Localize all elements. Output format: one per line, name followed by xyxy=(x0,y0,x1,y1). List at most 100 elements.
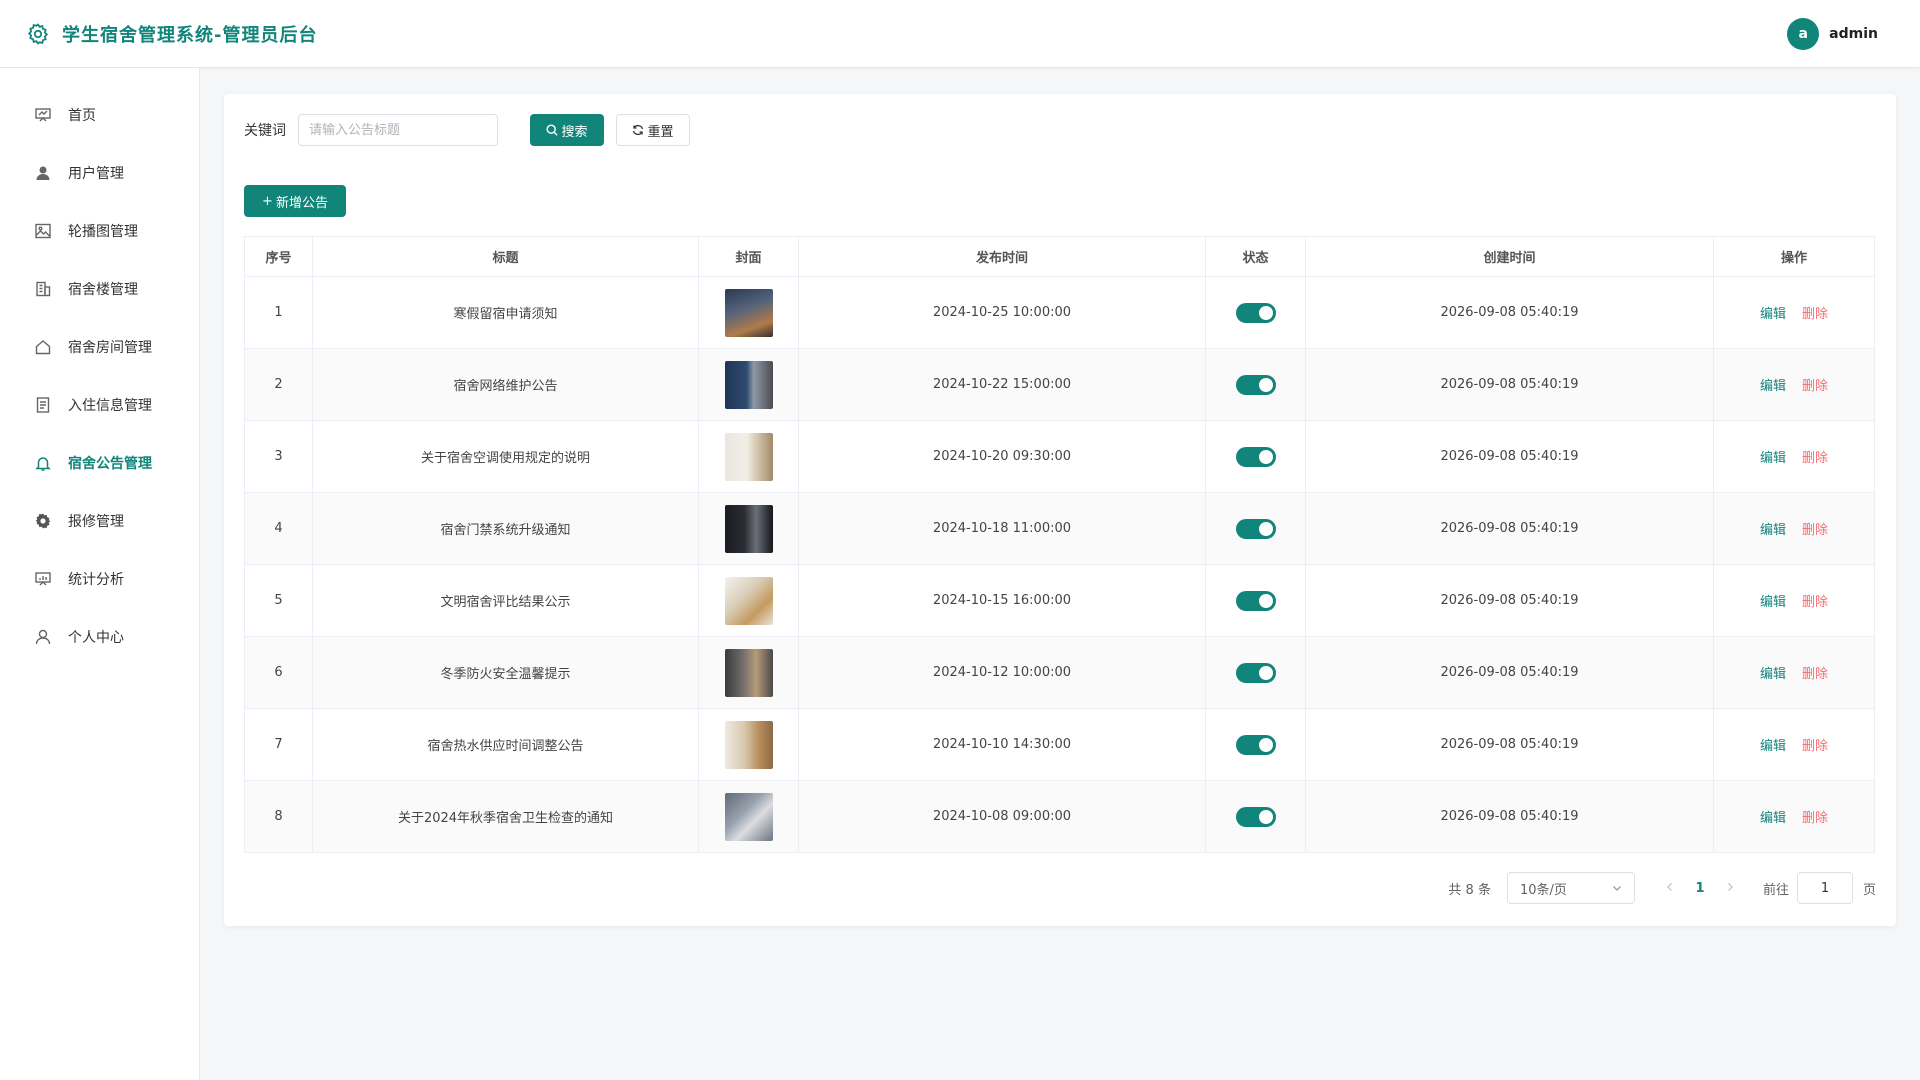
sidebar-item-repairs[interactable]: 报修管理 xyxy=(0,492,199,550)
cover-thumbnail[interactable] xyxy=(724,648,773,697)
status-toggle[interactable] xyxy=(1235,302,1276,323)
edit-button[interactable]: 编辑 xyxy=(1760,307,1786,322)
content-card: 关键词 搜索 重置 + 新增公告 序号 标题 封面 发布时间 状态 创建时间 操… xyxy=(224,94,1896,926)
cell-index: 4 xyxy=(244,492,313,565)
sidebar-item-carousel[interactable]: 轮播图管理 xyxy=(0,202,199,260)
keyword-label: 关键词 xyxy=(244,123,286,139)
add-button-label: 新增公告 xyxy=(275,195,328,211)
page-number-current[interactable]: 1 xyxy=(1683,881,1717,896)
sidebar-item-rooms[interactable]: 宿舍房间管理 xyxy=(0,318,199,376)
delete-button[interactable]: 删除 xyxy=(1802,451,1828,466)
goto-suffix: 页 xyxy=(1862,882,1876,898)
search-button[interactable]: 搜索 xyxy=(530,114,604,146)
cell-title: 冬季防火安全温馨提示 xyxy=(312,636,699,709)
document-icon xyxy=(36,397,50,413)
sidebar-item-buildings[interactable]: 宿舍楼管理 xyxy=(0,260,199,318)
pagination: 共 8 条 10条/页 1 前往 页 xyxy=(1448,872,1876,904)
cover-thumbnail[interactable] xyxy=(724,720,773,769)
cell-created-time: 2026-09-08 05:40:19 xyxy=(1305,276,1714,349)
cell-status xyxy=(1205,780,1306,853)
cell-cover xyxy=(698,420,799,493)
chart-board-icon xyxy=(35,572,51,586)
cell-title: 文明宿舍评比结果公示 xyxy=(312,564,699,637)
delete-button[interactable]: 删除 xyxy=(1802,811,1828,826)
cover-thumbnail[interactable] xyxy=(724,792,773,841)
edit-button[interactable]: 编辑 xyxy=(1760,451,1786,466)
status-toggle[interactable] xyxy=(1235,518,1276,539)
sidebar-item-home[interactable]: 首页 xyxy=(0,86,199,144)
sidebar-item-notices[interactable]: 宿舍公告管理 xyxy=(0,434,199,492)
page-size-select[interactable]: 10条/页 xyxy=(1506,872,1635,904)
column-header-created-time: 创建时间 xyxy=(1305,236,1714,277)
cell-title: 寒假留宿申请须知 xyxy=(312,276,699,349)
column-header-status: 状态 xyxy=(1205,236,1306,277)
cell-cover xyxy=(698,348,799,421)
cell-publish-time: 2024-10-25 10:00:00 xyxy=(798,276,1206,349)
plus-icon: + xyxy=(262,193,273,209)
cover-thumbnail[interactable] xyxy=(724,504,773,553)
delete-button[interactable]: 删除 xyxy=(1802,595,1828,610)
next-page-button[interactable] xyxy=(1717,881,1743,896)
prev-page-button[interactable] xyxy=(1657,881,1683,896)
table-header-row: 序号 标题 封面 发布时间 状态 创建时间 操作 xyxy=(244,236,1875,277)
edit-button[interactable]: 编辑 xyxy=(1760,739,1786,754)
cover-thumbnail[interactable] xyxy=(724,360,773,409)
cell-index: 8 xyxy=(244,780,313,853)
brand: 学生宿舍管理系统-管理员后台 xyxy=(26,21,317,47)
status-toggle[interactable] xyxy=(1235,590,1276,611)
edit-button[interactable]: 编辑 xyxy=(1760,595,1786,610)
delete-button[interactable]: 删除 xyxy=(1802,523,1828,538)
cell-actions: 编辑 删除 xyxy=(1713,276,1875,349)
edit-button[interactable]: 编辑 xyxy=(1760,523,1786,538)
cover-thumbnail[interactable] xyxy=(724,432,773,481)
cover-thumbnail[interactable] xyxy=(724,576,773,625)
sidebar-item-statistics[interactable]: 统计分析 xyxy=(0,550,199,608)
cell-status xyxy=(1205,564,1306,637)
sidebar-item-label: 入住信息管理 xyxy=(68,398,152,414)
sidebar-item-checkin[interactable]: 入住信息管理 xyxy=(0,376,199,434)
status-toggle[interactable] xyxy=(1235,662,1276,683)
cell-actions: 编辑 删除 xyxy=(1713,780,1875,853)
keyword-input[interactable] xyxy=(298,114,498,146)
username[interactable]: admin xyxy=(1829,26,1878,42)
goto-label: 前往 xyxy=(1762,882,1789,898)
goto-page-input[interactable] xyxy=(1796,872,1853,904)
delete-button[interactable]: 删除 xyxy=(1802,379,1828,394)
cell-created-time: 2026-09-08 05:40:19 xyxy=(1305,348,1714,421)
cell-title: 宿舍门禁系统升级通知 xyxy=(312,492,699,565)
delete-button[interactable]: 删除 xyxy=(1802,739,1828,754)
cell-created-time: 2026-09-08 05:40:19 xyxy=(1305,420,1714,493)
status-toggle[interactable] xyxy=(1235,734,1276,755)
edit-button[interactable]: 编辑 xyxy=(1760,811,1786,826)
table-row: 1 寒假留宿申请须知 2024-10-25 10:00:00 2026-09-0… xyxy=(244,276,1875,349)
avatar[interactable]: a xyxy=(1787,17,1820,50)
status-toggle[interactable] xyxy=(1235,806,1276,827)
cell-cover xyxy=(698,492,799,565)
cell-index: 3 xyxy=(244,420,313,493)
status-toggle[interactable] xyxy=(1235,374,1276,395)
cell-created-time: 2026-09-08 05:40:19 xyxy=(1305,564,1714,637)
status-toggle[interactable] xyxy=(1235,446,1276,467)
cover-thumbnail[interactable] xyxy=(724,288,773,337)
cell-cover xyxy=(698,636,799,709)
edit-button[interactable]: 编辑 xyxy=(1760,379,1786,394)
delete-button[interactable]: 删除 xyxy=(1802,667,1828,682)
edit-button[interactable]: 编辑 xyxy=(1760,667,1786,682)
user-menu[interactable]: a admin xyxy=(1787,17,1894,50)
dashboard-icon xyxy=(35,108,51,122)
sidebar-item-profile[interactable]: 个人中心 xyxy=(0,608,199,666)
cell-actions: 编辑 删除 xyxy=(1713,636,1875,709)
add-notice-button[interactable]: + 新增公告 xyxy=(244,185,346,217)
cell-publish-time: 2024-10-20 09:30:00 xyxy=(798,420,1206,493)
cell-created-time: 2026-09-08 05:40:19 xyxy=(1305,636,1714,709)
cell-index: 6 xyxy=(244,636,313,709)
reset-button[interactable]: 重置 xyxy=(616,114,690,146)
delete-button[interactable]: 删除 xyxy=(1802,307,1828,322)
cell-publish-time: 2024-10-10 14:30:00 xyxy=(798,708,1206,781)
sidebar-item-users[interactable]: 用户管理 xyxy=(0,144,199,202)
column-header-title: 标题 xyxy=(312,236,699,277)
table-row: 5 文明宿舍评比结果公示 2024-10-15 16:00:00 2026-09… xyxy=(244,564,1875,637)
sidebar-item-label: 轮播图管理 xyxy=(68,224,138,240)
cell-status xyxy=(1205,708,1306,781)
table-row: 4 宿舍门禁系统升级通知 2024-10-18 11:00:00 2026-09… xyxy=(244,492,1875,565)
